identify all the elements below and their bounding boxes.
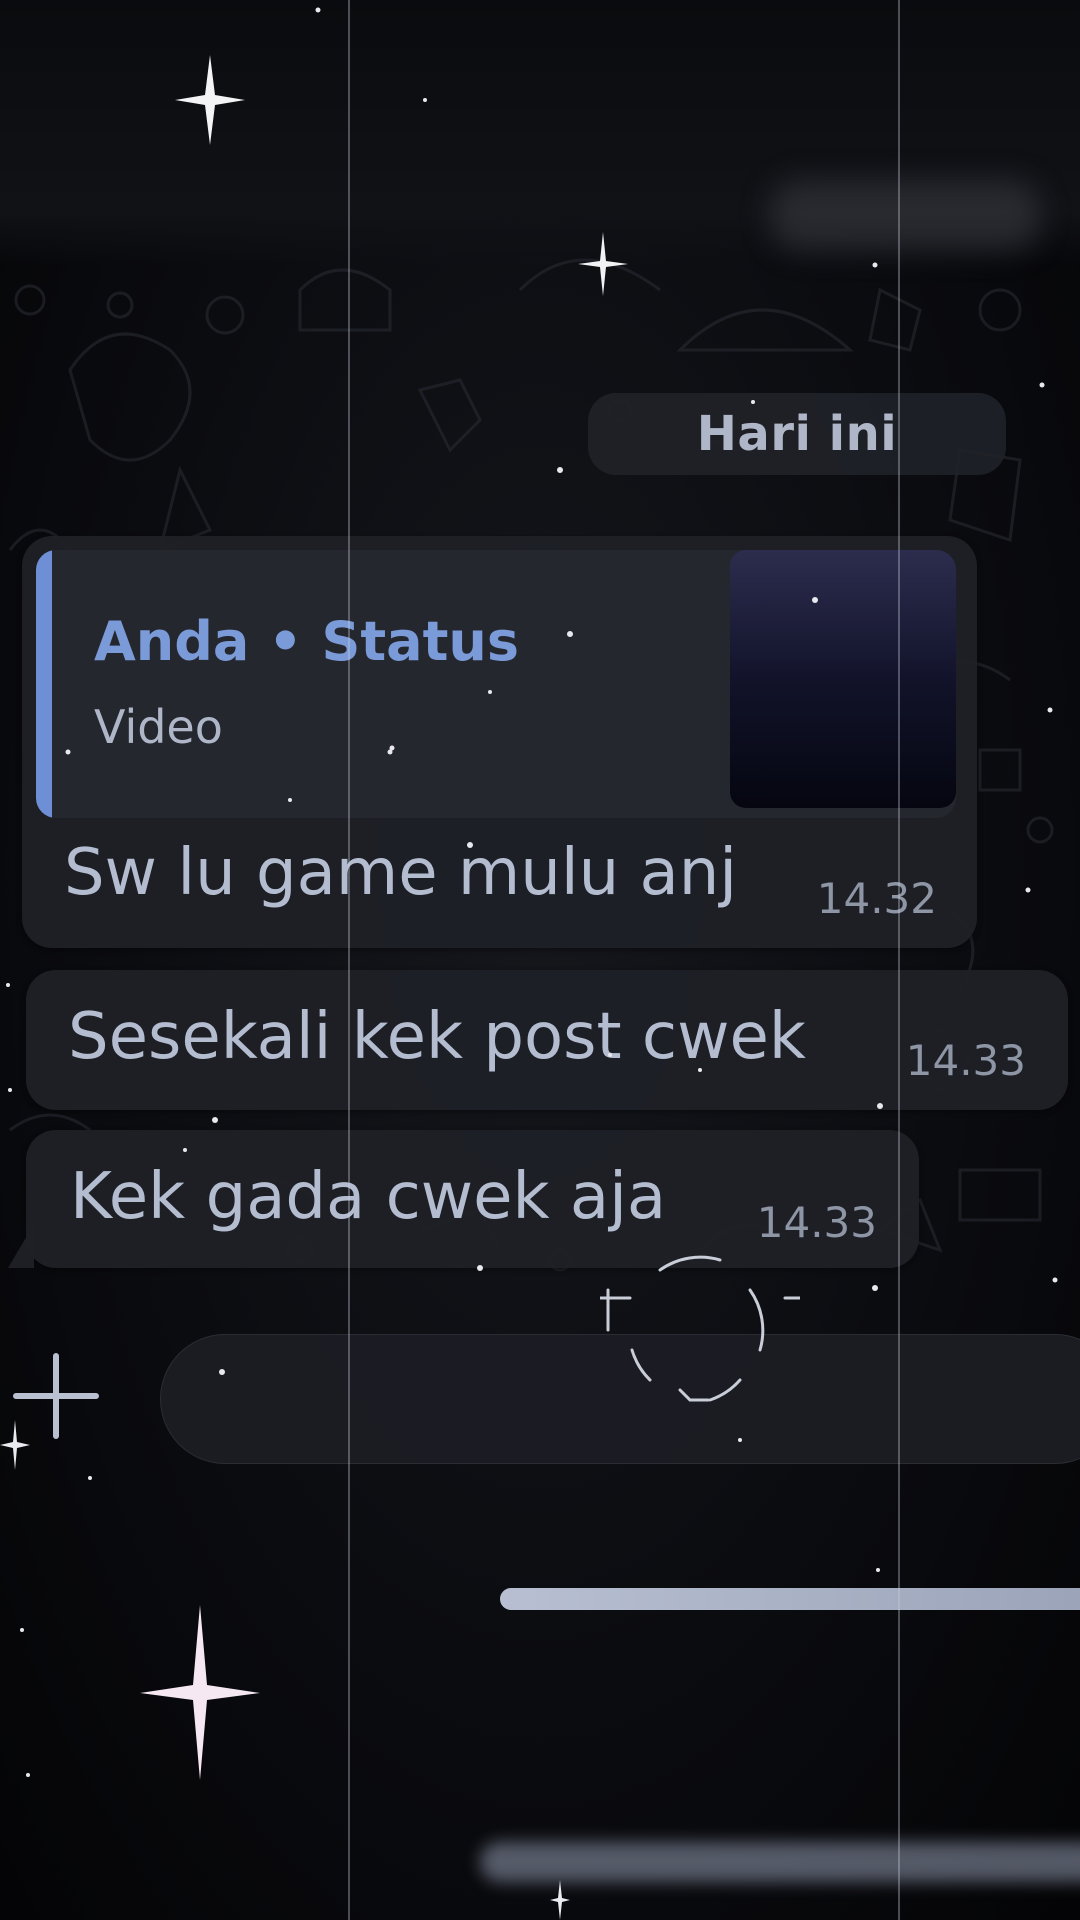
message-bubble-2[interactable]: Sesekali kek post cwek 14.33 [26, 970, 1068, 1110]
message-timestamp: 14.33 [905, 1036, 1026, 1085]
message-bubble-1[interactable]: Anda • Status Video Sw lu game mulu anj … [22, 536, 977, 948]
sparkle-icon [140, 1605, 260, 1780]
message-text: Sesekali kek post cwek [68, 1000, 806, 1074]
sparkle-icon [578, 232, 628, 296]
sparkle-icon [0, 1420, 30, 1470]
quote-accent-bar [36, 550, 52, 818]
sparkle-icon [175, 55, 245, 145]
blurred-date-header [770, 180, 1040, 250]
overlay-line-left [348, 0, 350, 1920]
sparkle-icon [550, 1880, 570, 1920]
message-text: Kek gada cwek aja [70, 1160, 667, 1234]
message-text: Sw lu game mulu anj [64, 836, 738, 910]
status-video-thumbnail[interactable] [730, 550, 956, 808]
quote-subtitle: Video [94, 700, 223, 754]
scroll-indicator [500, 1588, 1080, 1610]
quoted-status-reply[interactable]: Anda • Status Video [36, 550, 956, 818]
quote-title: Anda • Status [94, 610, 519, 673]
overlay-line-right [898, 0, 900, 1920]
message-timestamp: 14.32 [816, 874, 937, 923]
date-divider: Hari ini [588, 393, 1006, 475]
bubble-tail [8, 1224, 34, 1268]
loading-spinner-icon [600, 1255, 800, 1402]
home-indicator[interactable] [480, 1842, 1080, 1882]
date-divider-label: Hari ini [696, 406, 898, 462]
